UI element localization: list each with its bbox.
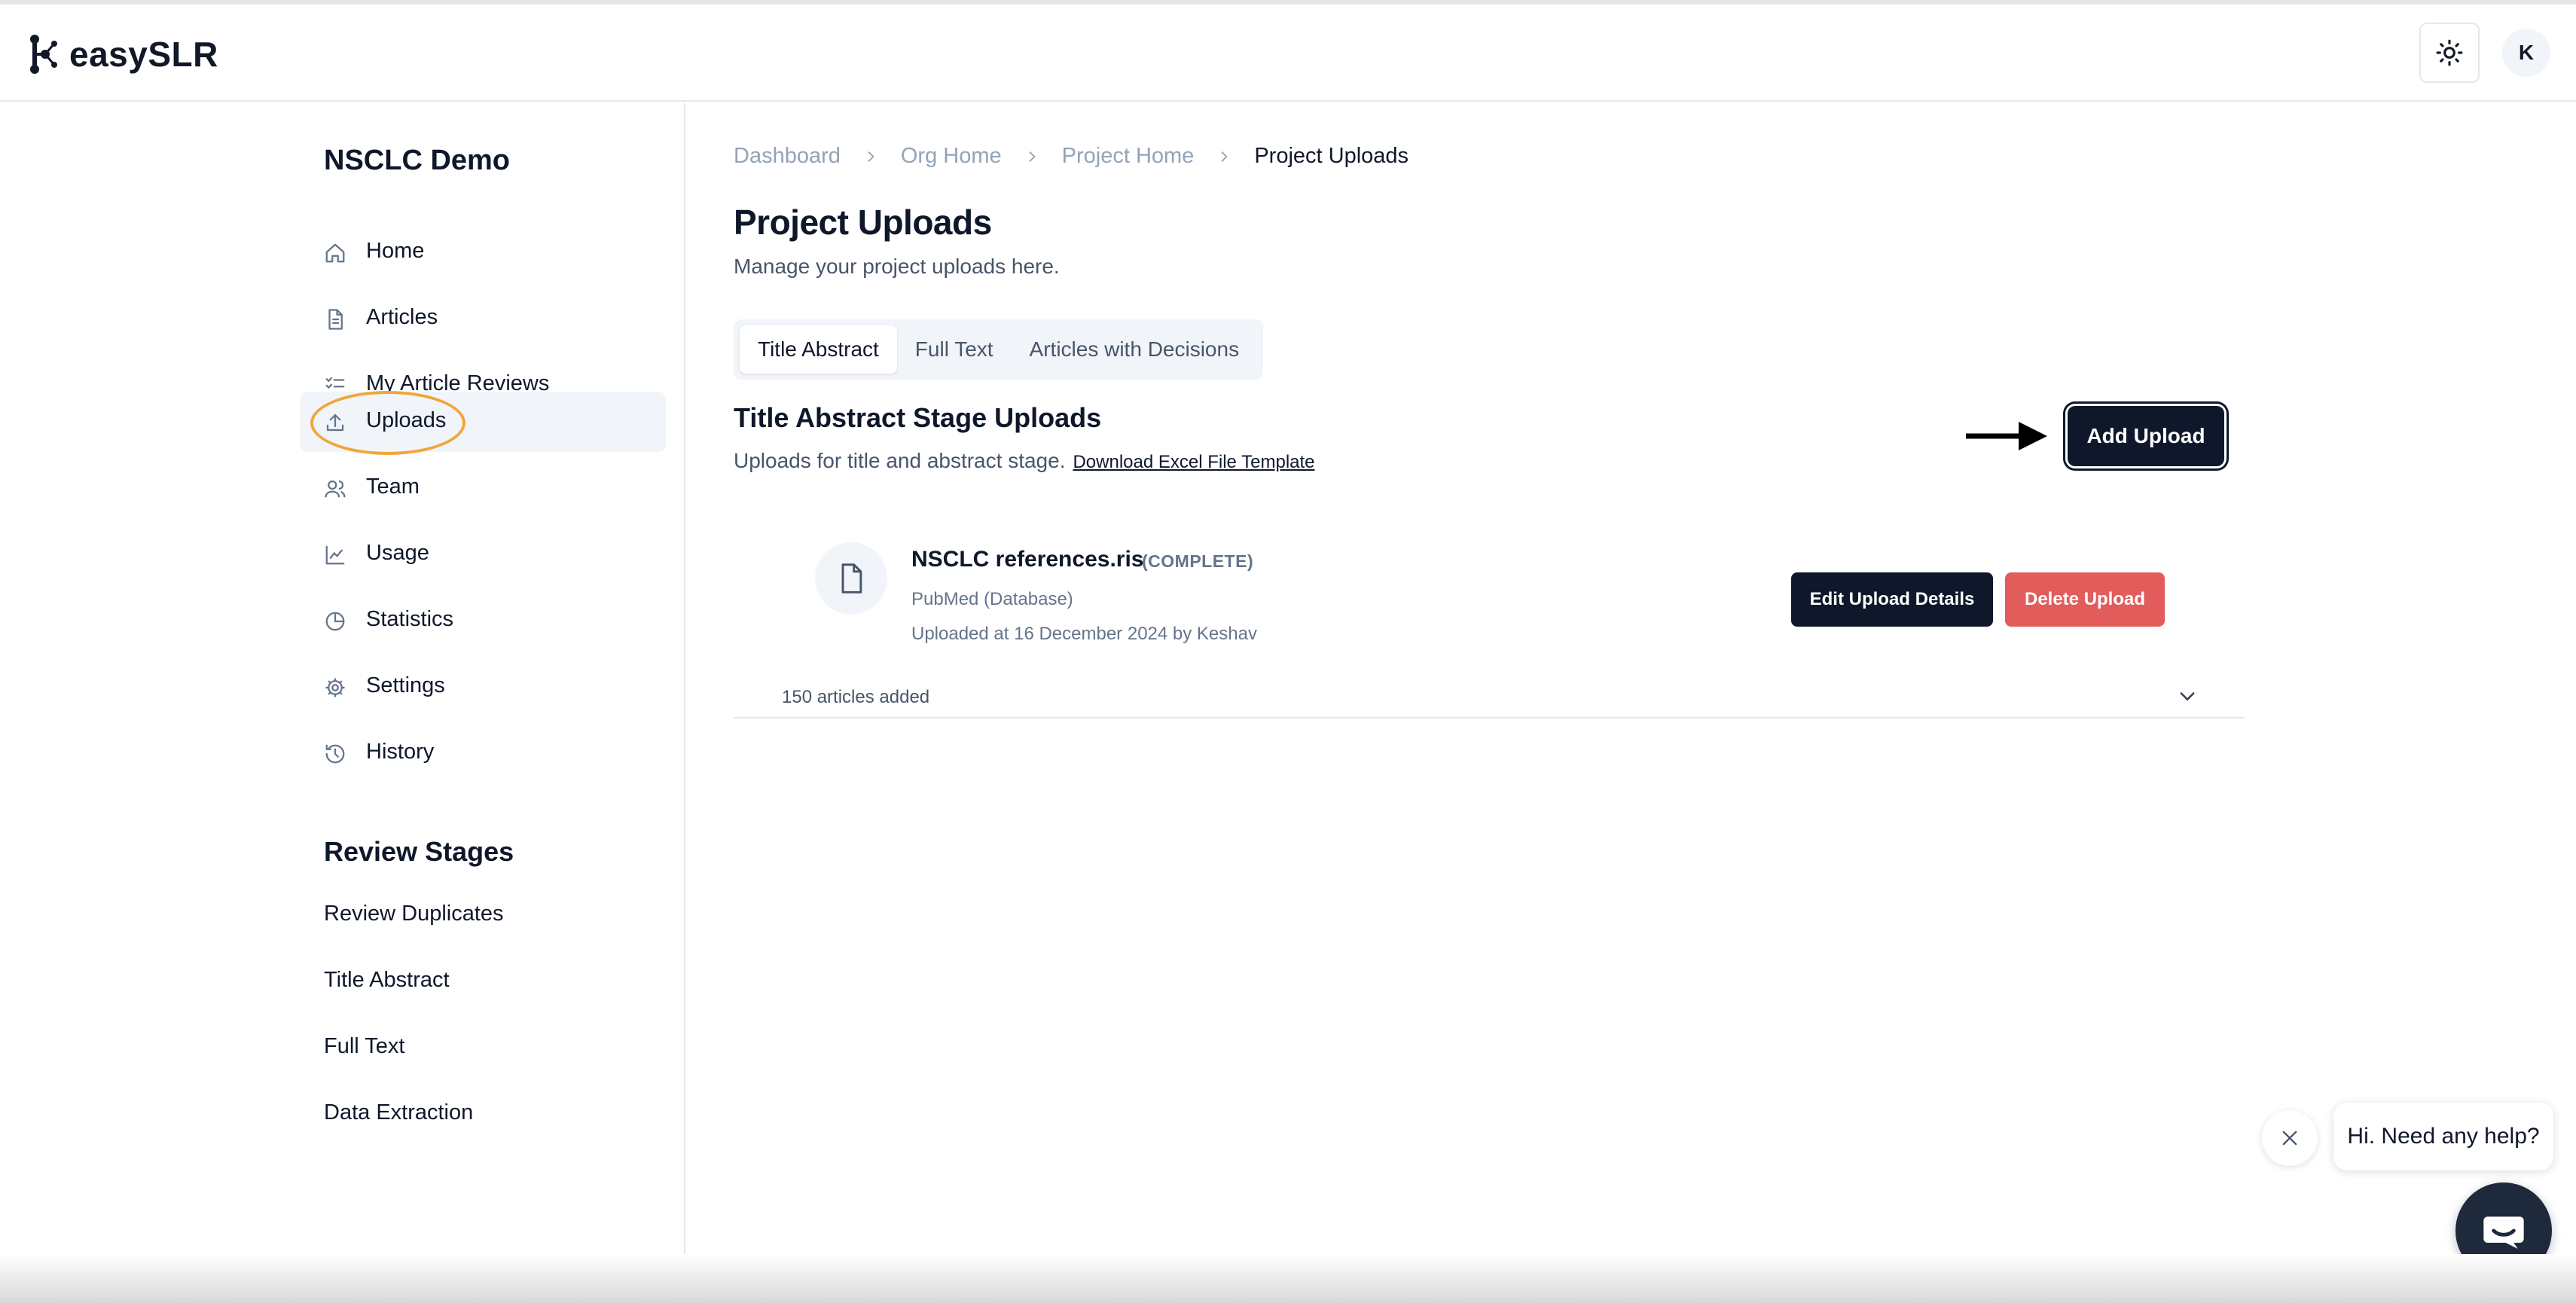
upload-meta: Uploaded at 16 December 2024 by Keshav	[911, 624, 1257, 644]
breadcrumb-current: Project Uploads	[1254, 144, 1409, 168]
upload-file-name: NSCLC references.ris	[911, 547, 1144, 572]
app-header: easySLR K	[0, 5, 2576, 102]
stage-link-review-duplicates[interactable]: Review Duplicates	[324, 902, 504, 926]
help-close-button[interactable]	[2262, 1110, 2318, 1166]
stage-link-title-abstract[interactable]: Title Abstract	[324, 968, 450, 993]
close-icon	[2282, 1131, 2297, 1146]
breadcrumb-project-home[interactable]: Project Home	[1062, 144, 1195, 169]
app-logo[interactable]: easySLR	[27, 33, 218, 75]
sidebar-item-label: Statistics	[366, 607, 454, 631]
breadcrumb-dashboard[interactable]: Dashboard	[734, 144, 841, 169]
logo-icon	[30, 35, 57, 74]
chat-icon	[2483, 1216, 2524, 1249]
document-icon	[328, 309, 343, 330]
stage-subtitle-text: Uploads for title and abstract stage.	[734, 449, 1066, 472]
tab-title-abstract[interactable]: Title Abstract	[740, 325, 897, 374]
sidebar-item-label: Articles	[366, 305, 438, 329]
arrow-right-annotation-icon	[1966, 422, 2047, 450]
file-icon-container	[815, 542, 887, 615]
sidebar-item-history[interactable]: History	[300, 723, 666, 783]
tab-full-text[interactable]: Full Text	[897, 325, 1012, 374]
chevron-right-icon	[1029, 151, 1036, 162]
sidebar-item-statistics[interactable]: Statistics	[300, 590, 666, 651]
stage-link-data-extraction[interactable]: Data Extraction	[324, 1100, 473, 1125]
upload-status-badge: (COMPLETE)	[1142, 551, 1254, 571]
project-name: NSCLC Demo	[324, 145, 511, 176]
sidebar: NSCLC Demo Home Articles My Article Revi…	[0, 103, 685, 1254]
upload-source: PubMed (Database)	[911, 589, 1073, 609]
sun-icon	[2436, 39, 2463, 66]
tab-articles-with-decisions[interactable]: Articles with Decisions	[1012, 325, 1258, 374]
sidebar-item-label: Usage	[366, 541, 429, 565]
help-message-bubble[interactable]: Hi. Need any help?	[2333, 1103, 2553, 1170]
user-avatar[interactable]: K	[2502, 29, 2550, 77]
home-icon	[325, 243, 345, 263]
upload-card: NSCLC references.ris (COMPLETE) PubMed (…	[734, 521, 2245, 719]
history-icon	[325, 744, 345, 764]
page-subtitle: Manage your project uploads here.	[734, 255, 1060, 278]
window-bottom-edge	[0, 1254, 2576, 1303]
stage-link-full-text[interactable]: Full Text	[324, 1034, 404, 1059]
chevron-right-icon	[1221, 151, 1228, 162]
users-icon	[325, 480, 346, 498]
line-chart-icon	[325, 545, 345, 565]
add-upload-button[interactable]: Add Upload	[2068, 406, 2224, 466]
sidebar-item-label: Settings	[366, 673, 445, 697]
pie-chart-icon	[325, 612, 345, 631]
page-title: Project Uploads	[734, 203, 992, 242]
file-icon	[841, 563, 862, 594]
sidebar-item-home[interactable]: Home	[300, 222, 666, 282]
articles-added-count: 150 articles added	[782, 687, 930, 707]
sidebar-item-usage[interactable]: Usage	[300, 524, 666, 584]
download-template-link[interactable]: Download Excel File Template	[1073, 452, 1314, 473]
stage-section-subtitle: Uploads for title and abstract stage. Do…	[734, 449, 1315, 473]
sidebar-item-settings[interactable]: Settings	[300, 657, 666, 717]
sidebar-item-label: Team	[366, 475, 420, 499]
app-name: easySLR	[69, 35, 218, 74]
sidebar-item-label: History	[366, 740, 435, 764]
delete-upload-button[interactable]: Delete Upload	[2005, 572, 2165, 627]
edit-upload-details-button[interactable]: Edit Upload Details	[1791, 572, 1993, 627]
stage-tabs: Title Abstract Full Text Articles with D…	[734, 319, 1264, 380]
highlight-annotation	[310, 391, 465, 455]
sidebar-item-articles[interactable]: Articles	[300, 288, 666, 349]
sidebar-item-team[interactable]: Team	[300, 458, 666, 518]
theme-toggle-button[interactable]	[2419, 23, 2480, 83]
chevron-right-icon	[868, 151, 874, 162]
sidebar-item-label: Home	[366, 239, 425, 263]
breadcrumb-org-home[interactable]: Org Home	[901, 144, 1002, 169]
chevron-down-icon[interactable]	[2177, 685, 2198, 706]
gear-icon	[325, 678, 345, 697]
review-stages-title: Review Stages	[324, 836, 514, 867]
breadcrumb: Dashboard Org Home Project Home Project …	[734, 144, 1409, 169]
stage-section-title: Title Abstract Stage Uploads	[734, 402, 1102, 433]
